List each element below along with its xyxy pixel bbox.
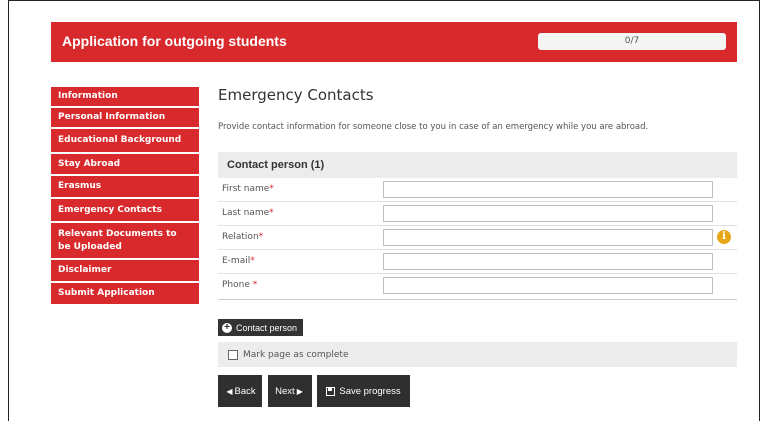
form-row-first-name: First name*	[218, 178, 737, 202]
sidebar-item-label: Educational Background	[58, 135, 182, 145]
chevron-right-icon: ▶	[296, 386, 303, 396]
plus-circle-icon: +	[222, 322, 232, 333]
next-label: Next	[275, 385, 295, 397]
required-marker: *	[250, 256, 255, 266]
save-progress-button[interactable]: Save progress	[317, 375, 410, 407]
sidebar-item-stay-abroad[interactable]: Stay Abroad	[51, 154, 199, 176]
sidebar-item-label: Emergency Contacts	[58, 204, 162, 215]
sidebar-item-personal-information[interactable]: Personal Information	[51, 108, 199, 129]
progress-text: 0/7	[624, 36, 640, 46]
add-contact-label: Contact person	[236, 322, 298, 333]
sidebar-item-label: Disclaimer	[58, 265, 112, 275]
sidebar-item-submit-application[interactable]: Submit Application	[51, 283, 199, 306]
email-label: E-mail*	[222, 256, 255, 266]
sidebar-item-label: Relevant Documents to be Uploaded	[58, 228, 177, 252]
label-text: E-mail	[222, 256, 251, 266]
email-field[interactable]	[383, 253, 713, 270]
info-icon[interactable]: i	[717, 230, 731, 244]
required-marker: *	[269, 184, 274, 194]
relation-field[interactable]	[383, 229, 713, 246]
app-title: Application for outgoing students	[62, 33, 287, 49]
save-icon	[326, 386, 336, 396]
sidebar-item-educational-background[interactable]: Educational Background	[51, 129, 199, 154]
form-row-phone: Phone *	[218, 274, 737, 297]
next-button[interactable]: Next ▶	[268, 375, 312, 407]
first-name-field[interactable]	[383, 181, 713, 198]
sidebar-item-relevant-documents[interactable]: Relevant Documents to be Uploaded	[51, 223, 199, 260]
page-description: Provide contact information for someone …	[218, 122, 649, 132]
sidebar-item-label: Submit Application	[58, 288, 155, 298]
label-text: Last name	[222, 208, 270, 218]
mark-complete-checkbox[interactable]	[228, 349, 238, 360]
section-divider	[218, 299, 737, 300]
required-marker: *	[269, 208, 274, 218]
chevron-left-icon: ◀	[226, 386, 233, 396]
back-label: Back	[234, 385, 256, 397]
mark-complete-bar: Mark page as complete	[218, 342, 737, 367]
last-name-field[interactable]	[383, 205, 713, 222]
label-text: First name	[222, 184, 270, 194]
back-button[interactable]: ◀ Back	[218, 375, 262, 407]
sidebar-item-information[interactable]: Information	[51, 87, 199, 108]
mark-complete-label[interactable]: Mark page as complete	[243, 350, 349, 360]
relation-label: Relation*	[222, 232, 263, 242]
sidebar-item-label: Information	[58, 91, 118, 101]
add-contact-person-button[interactable]: + Contact person	[218, 319, 304, 336]
sidebar-item-label: Personal Information	[58, 112, 166, 122]
save-label: Save progress	[339, 385, 401, 397]
sidebar-nav: Information Personal Information Educati…	[51, 87, 199, 306]
form-row-last-name: Last name*	[218, 202, 737, 226]
app-header: Application for outgoing students 0/7	[51, 22, 737, 62]
required-marker: *	[252, 280, 258, 290]
sidebar-item-label: Erasmus	[58, 181, 102, 191]
section-title: Contact person (1)	[218, 152, 737, 178]
first-name-label: First name*	[222, 184, 274, 194]
last-name-label: Last name*	[222, 208, 274, 218]
progress-bar: 0/7	[538, 33, 726, 50]
phone-label: Phone *	[222, 280, 257, 290]
phone-field[interactable]	[383, 277, 713, 294]
sidebar-item-label: Stay Abroad	[58, 158, 121, 169]
form-row-relation: Relation* i	[218, 226, 737, 250]
sidebar-item-erasmus[interactable]: Erasmus	[51, 176, 199, 199]
contact-person-section: Contact person (1) First name* Last name…	[218, 152, 737, 300]
required-marker: *	[258, 232, 264, 242]
page-title: Emergency Contacts	[218, 86, 374, 104]
label-text: Phone	[222, 280, 253, 290]
label-text: Relation	[222, 232, 259, 242]
sidebar-item-disclaimer[interactable]: Disclaimer	[51, 260, 199, 283]
sidebar-item-emergency-contacts[interactable]: Emergency Contacts	[51, 199, 199, 223]
form-row-email: E-mail*	[218, 250, 737, 274]
